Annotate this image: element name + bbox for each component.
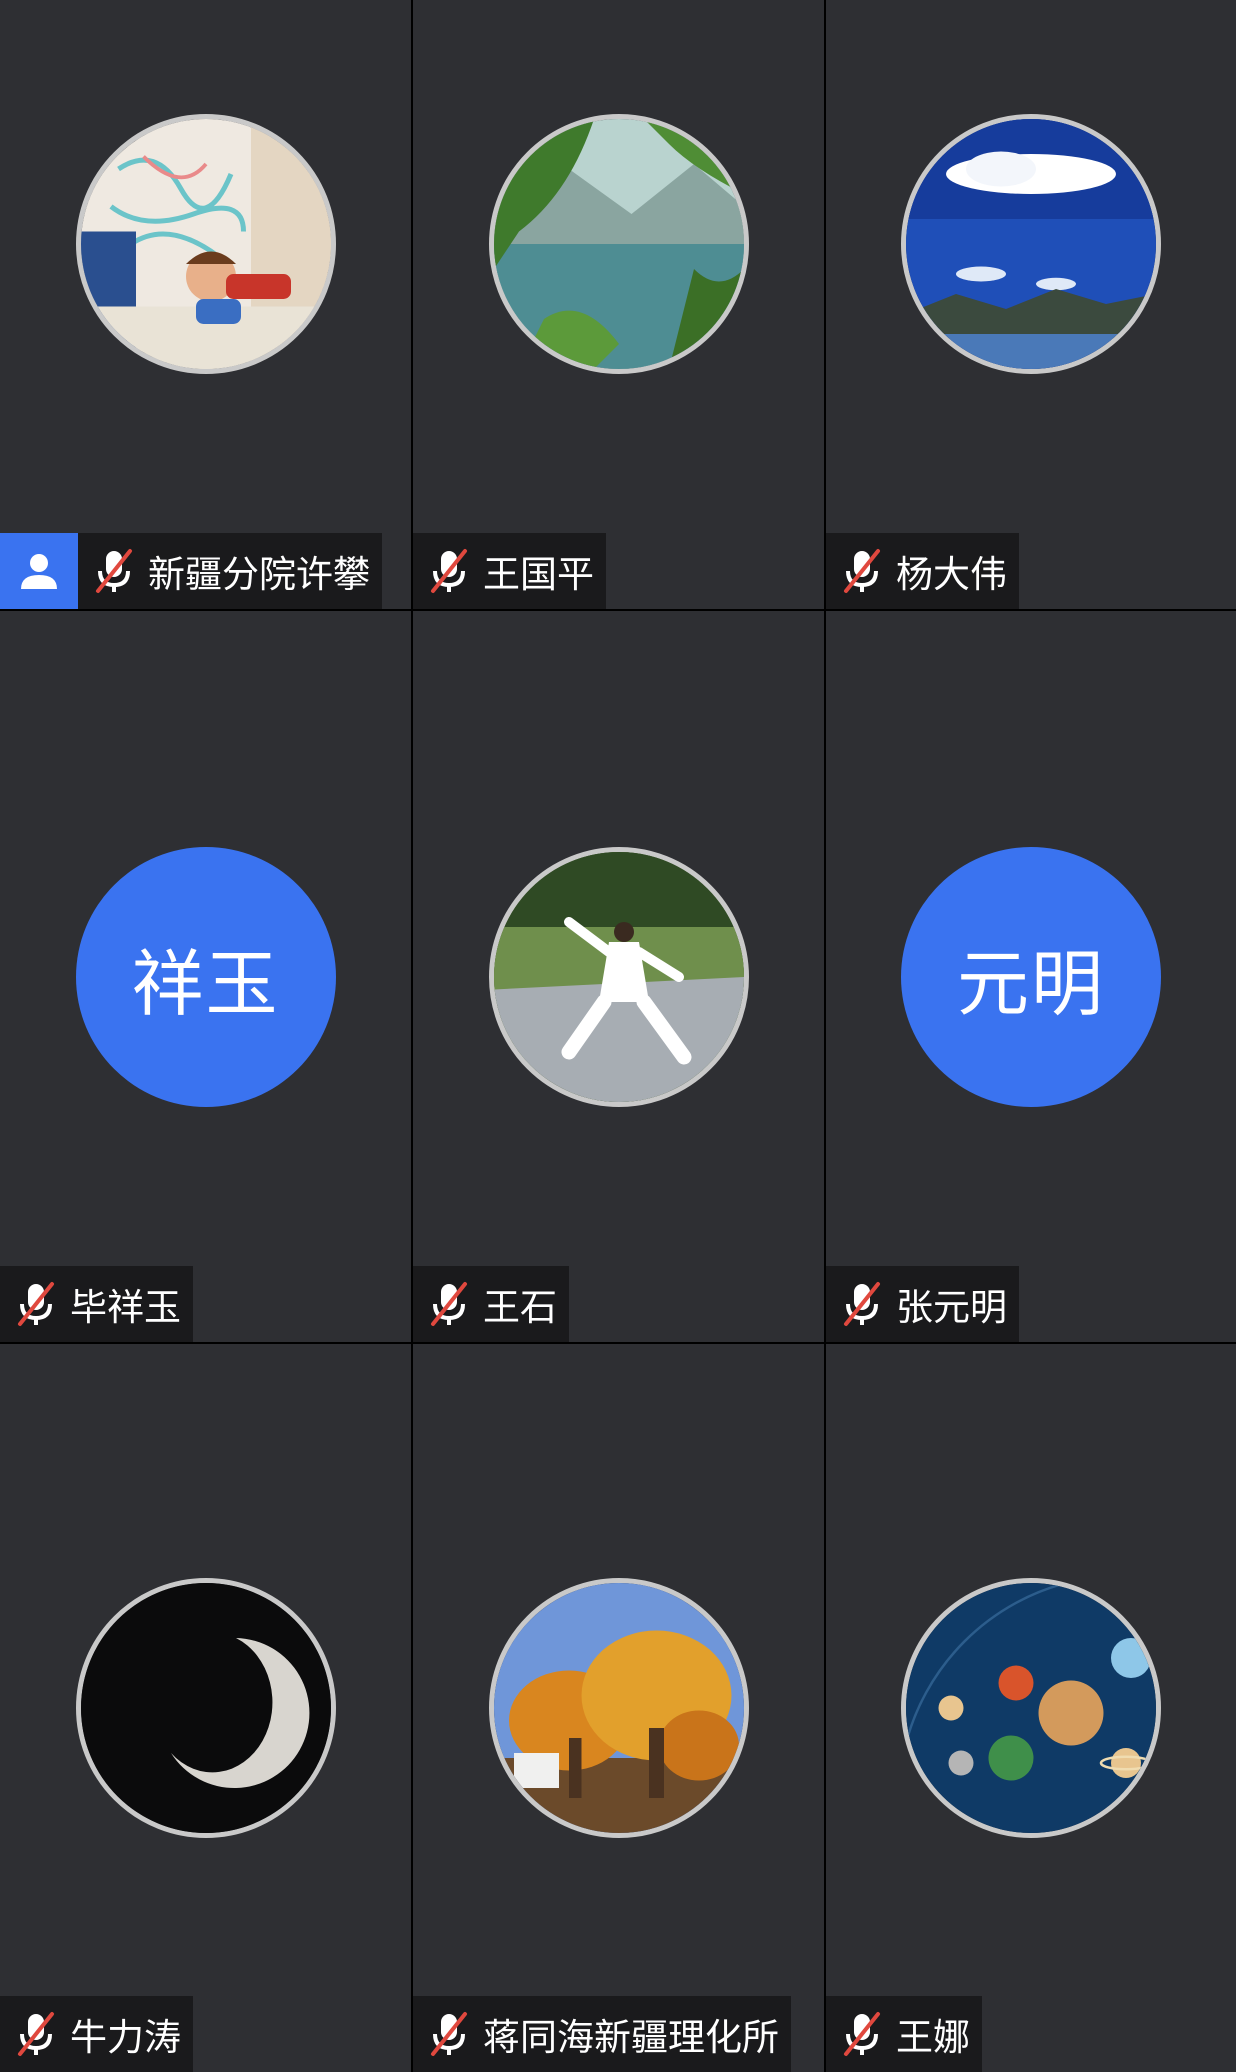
participant-name-bar: 牛力涛 bbox=[0, 1996, 193, 2072]
participant-tile[interactable]: 元明 张元明 bbox=[826, 611, 1236, 1342]
autumn-trees-avatar bbox=[488, 1578, 749, 1838]
host-badge bbox=[0, 533, 78, 609]
mountain-lake-avatar bbox=[488, 114, 749, 374]
video-grid: 新疆分院许攀 王国平 杨大伟 祥玉 毕祥玉 王石 元明 张元明 牛力涛 蒋同海新… bbox=[0, 0, 1236, 2072]
blue-sky-clouds-avatar bbox=[901, 114, 1161, 374]
participant-name: 张元明 bbox=[896, 1286, 1007, 1329]
crescent-moon-avatar bbox=[75, 1578, 336, 1838]
mic-muted-icon bbox=[431, 549, 467, 593]
person-icon bbox=[21, 554, 57, 589]
participant-tile[interactable]: 牛力涛 bbox=[0, 1344, 411, 2072]
participant-tile[interactable]: 蒋同海新疆理化所 bbox=[413, 1344, 824, 2072]
participant-name-bar: 毕祥玉 bbox=[0, 1266, 193, 1342]
participant-name: 蒋同海新疆理化所 bbox=[483, 2016, 779, 2059]
participant-tile[interactable]: 杨大伟 bbox=[826, 0, 1236, 609]
avatar-initials: 祥玉 bbox=[131, 941, 280, 1026]
avatar-initials: 元明 bbox=[956, 941, 1105, 1026]
participant-name-bar: 王石 bbox=[413, 1266, 569, 1342]
mic-muted-icon bbox=[96, 549, 132, 593]
initials-avatar: 祥玉 bbox=[75, 847, 336, 1107]
initials-avatar: 元明 bbox=[901, 847, 1161, 1107]
participant-name-bar: 蒋同海新疆理化所 bbox=[413, 1996, 791, 2072]
child-drawing-avatar bbox=[75, 114, 336, 374]
participant-tile[interactable]: 新疆分院许攀 bbox=[0, 0, 411, 609]
mic-muted-icon bbox=[844, 549, 880, 593]
participant-name: 王石 bbox=[483, 1286, 557, 1329]
solar-system-avatar bbox=[901, 1578, 1161, 1838]
mic-muted-icon bbox=[18, 1282, 54, 1326]
participant-tile[interactable]: 王石 bbox=[413, 611, 824, 1342]
mic-muted-icon bbox=[844, 2012, 880, 2056]
participant-name: 杨大伟 bbox=[896, 553, 1007, 596]
participant-name: 牛力涛 bbox=[70, 2016, 181, 2059]
tai-chi-avatar bbox=[488, 847, 749, 1107]
participant-tile[interactable]: 王娜 bbox=[826, 1344, 1236, 2072]
participant-name-bar: 张元明 bbox=[826, 1266, 1019, 1342]
mic-muted-icon bbox=[844, 1282, 880, 1326]
participant-name-bar: 杨大伟 bbox=[826, 533, 1019, 609]
participant-tile[interactable]: 祥玉 毕祥玉 bbox=[0, 611, 411, 1342]
participant-name: 王娜 bbox=[896, 2016, 970, 2059]
participant-name: 王国平 bbox=[483, 553, 594, 596]
mic-muted-icon bbox=[431, 2012, 467, 2056]
participant-name-bar: 王娜 bbox=[826, 1996, 982, 2072]
participant-name: 毕祥玉 bbox=[70, 1286, 181, 1329]
participant-name-bar: 新疆分院许攀 bbox=[0, 533, 382, 609]
mic-muted-icon bbox=[431, 1282, 467, 1326]
mic-muted-icon bbox=[18, 2012, 54, 2056]
participant-name: 新疆分院许攀 bbox=[148, 553, 370, 596]
participant-tile[interactable]: 王国平 bbox=[413, 0, 824, 609]
participant-name-bar: 王国平 bbox=[413, 533, 606, 609]
